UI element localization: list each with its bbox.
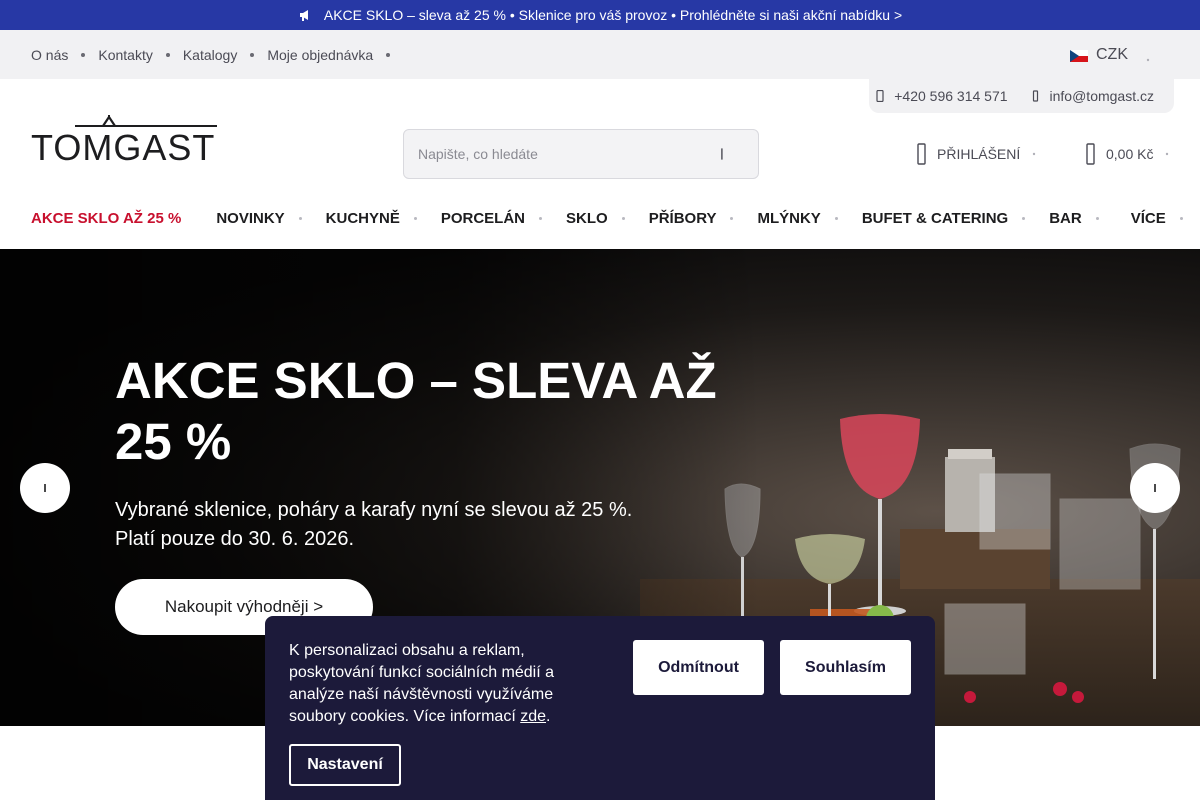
cookie-text-body: K personalizaci obsahu a reklam, poskyto… (289, 642, 555, 725)
nav-item-label: PŘÍBORY (648, 210, 717, 227)
nav-item-kuchyne[interactable]: KUCHYNĚ (326, 210, 417, 227)
cookie-accept-button[interactable]: Souhlasím (780, 640, 911, 695)
carousel-prev-button[interactable] (20, 463, 70, 513)
login-link[interactable]: PŘIHLÁŠENÍ (917, 142, 1038, 166)
czech-flag-icon (1070, 49, 1088, 62)
cookie-more-info-link[interactable]: zde (520, 708, 546, 725)
cart-total: 0,00 Kč (1106, 146, 1154, 162)
cookie-text-end: . (546, 708, 551, 725)
nav-item-pribory[interactable]: PŘÍBORY (649, 210, 734, 227)
nav-item-bufet-catering[interactable]: BUFET & CATERING (861, 210, 1026, 227)
arrow-left-icon (44, 484, 46, 492)
megaphone-icon (298, 8, 312, 22)
phone-contact[interactable]: +420 596 314 571 (874, 88, 1008, 104)
nav-item-sklo[interactable]: SKLO (566, 210, 625, 227)
topbar-link-my-order[interactable]: Moje objednávka (267, 47, 373, 63)
main-navigation: AKCE SKLO AŽ 25 % NOVINKY KUCHYNĚ PORCEL… (0, 196, 1200, 241)
nav-item-mlynky[interactable]: MLÝNKY (757, 210, 838, 227)
site-logo[interactable]: TOMGAST (31, 114, 217, 168)
dropdown-indicator-icon (539, 217, 543, 220)
cookie-settings-button[interactable]: Nastavení (289, 744, 401, 786)
login-label: PŘIHLÁŠENÍ (937, 146, 1021, 162)
topbar-link-contacts[interactable]: Kontakty (98, 47, 152, 63)
dropdown-indicator-icon (1095, 217, 1099, 220)
cart-icon (1086, 143, 1095, 165)
search-icon[interactable] (714, 144, 734, 164)
nav-item-porcelan[interactable]: PORCELÁN (440, 210, 543, 227)
nav-item-label: BUFET & CATERING (861, 210, 1009, 227)
nav-item-label: KUCHYNĚ (325, 210, 400, 227)
promo-bar-text[interactable]: AKCE SKLO – sleva až 25 % • Sklenice pro… (324, 7, 902, 23)
nav-item-label: BAR (1049, 210, 1082, 227)
hero-subtitle-line: Vybrané sklenice, poháry a karafy nyní s… (115, 499, 633, 521)
currency-label: CZK (1096, 45, 1128, 63)
chevron-down-icon (1033, 152, 1036, 156)
dropdown-indicator-icon (621, 217, 625, 220)
nav-item-promo-glass[interactable]: AKCE SKLO AŽ 25 % (31, 210, 181, 227)
cookie-decline-button[interactable]: Odmítnout (633, 640, 764, 695)
search-input[interactable] (418, 146, 714, 162)
nav-item-label: PORCELÁN (440, 210, 526, 227)
nav-item-label: MLÝNKY (757, 210, 821, 227)
cart-button[interactable]: 0,00 Kč (1086, 142, 1171, 166)
hero-subtitle: Vybrané sklenice, poháry a karafy nyní s… (115, 496, 715, 554)
email-address: info@tomgast.cz (1049, 88, 1154, 104)
dropdown-indicator-icon (1022, 217, 1026, 220)
cookie-consent-banner: K personalizaci obsahu a reklam, poskyto… (265, 616, 935, 800)
arrow-right-icon (1154, 484, 1156, 492)
user-icon (917, 143, 926, 165)
dropdown-indicator-icon (413, 217, 417, 220)
email-contact[interactable]: info@tomgast.cz (1030, 88, 1154, 104)
svg-text:TOMGAST: TOMGAST (31, 127, 215, 164)
dropdown-indicator-icon (730, 217, 734, 220)
search-box (403, 129, 759, 179)
separator-dot (250, 52, 255, 57)
contact-bar: +420 596 314 571 info@tomgast.cz (869, 79, 1174, 113)
separator-dot (386, 52, 391, 57)
nav-item-label: NOVINKY (216, 210, 285, 227)
carousel-next-button[interactable] (1130, 463, 1180, 513)
hero-title: AKCE SKLO – SLEVA AŽ 25 % (115, 352, 717, 470)
chevron-down-icon (1166, 152, 1169, 156)
dropdown-indicator-icon (1179, 217, 1183, 220)
nav-item-novinky[interactable]: NOVINKY (216, 210, 302, 227)
mail-icon (1032, 90, 1038, 102)
currency-selector[interactable]: CZK (1070, 30, 1152, 79)
topbar-link-about[interactable]: O nás (31, 47, 68, 63)
nav-item-bar[interactable]: BAR (1049, 210, 1099, 227)
promo-bar[interactable]: AKCE SKLO – sleva až 25 % • Sklenice pro… (0, 0, 1200, 30)
chevron-down-icon (1144, 51, 1152, 61)
separator-dot (81, 52, 86, 57)
dropdown-indicator-icon (834, 217, 838, 220)
dropdown-indicator-icon (298, 217, 302, 220)
phone-number: +420 596 314 571 (894, 88, 1008, 104)
separator-dot (165, 52, 170, 57)
top-bar: O nás Kontakty Katalogy Moje objednávka … (0, 30, 1200, 79)
nav-item-more[interactable]: VÍCE (1131, 210, 1183, 227)
phone-icon (876, 90, 884, 102)
nav-item-label: SKLO (566, 210, 608, 227)
topbar-link-catalogs[interactable]: Katalogy (183, 47, 237, 63)
hero-subtitle-line: Platí pouze do 30. 6. 2026. (115, 528, 355, 550)
nav-item-label: VÍCE (1130, 210, 1166, 227)
cookie-text: K personalizaci obsahu a reklam, poskyto… (289, 640, 589, 728)
